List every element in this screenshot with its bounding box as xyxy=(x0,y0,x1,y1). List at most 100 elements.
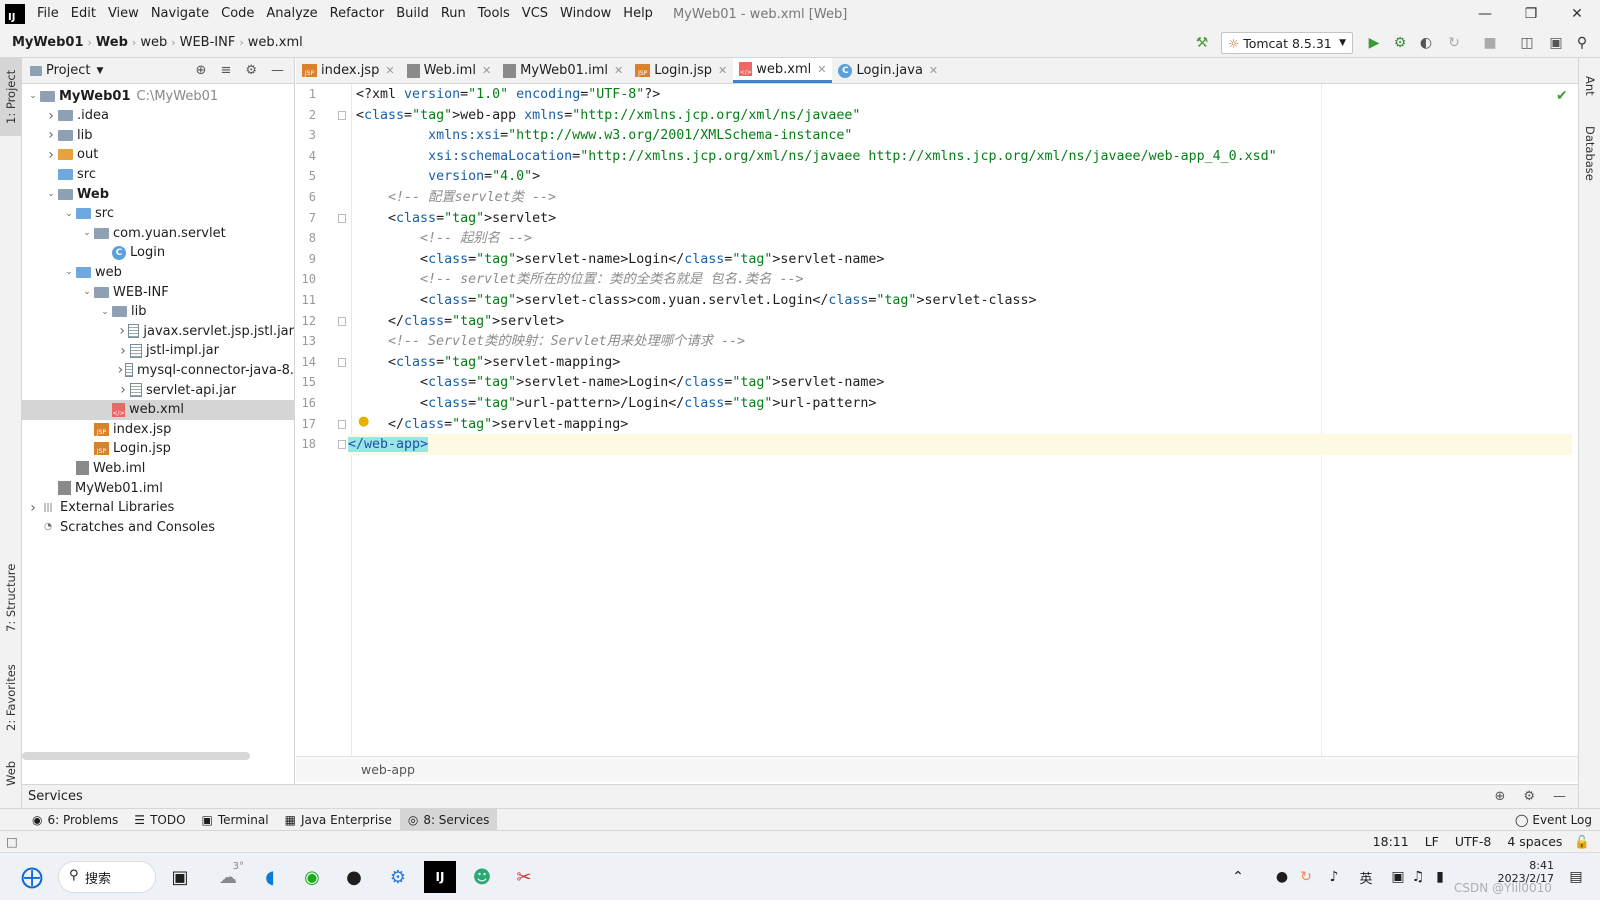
menu-build[interactable]: Build xyxy=(390,0,435,28)
tab-ant[interactable]: Ant xyxy=(1579,66,1600,106)
collapse-all-icon[interactable]: ≡ xyxy=(220,63,231,78)
tree-node[interactable]: › mysql-connector-java-8. xyxy=(22,360,294,380)
tab-structure[interactable]: 7: Structure xyxy=(0,558,22,638)
menu-window[interactable]: Window xyxy=(554,0,617,28)
tree-node[interactable]: ⌄ WEB-INF xyxy=(22,282,294,302)
run-icon[interactable]: ▶ xyxy=(1364,33,1384,53)
tree-node[interactable]: › out xyxy=(22,145,294,165)
chevron-down-icon[interactable]: ⌄ xyxy=(80,228,94,238)
hide-panel-icon[interactable]: — xyxy=(271,63,284,78)
windows-start-icon[interactable]: ⨁ xyxy=(16,861,48,893)
settings-app-icon[interactable]: ⚙ xyxy=(382,861,414,893)
tree-node[interactable]: ⌄ web xyxy=(22,262,294,282)
menu-tools[interactable]: Tools xyxy=(472,0,516,28)
tab-web[interactable]: Web xyxy=(0,748,22,798)
tree-node[interactable]: ⌄ src xyxy=(22,204,294,224)
tab-project[interactable]: 1: Project xyxy=(0,58,22,136)
fold-marker-icon[interactable] xyxy=(338,357,346,367)
menu-file[interactable]: File xyxy=(31,0,65,28)
editor-tab[interactable]: JSP Login.jsp ✕ xyxy=(629,58,733,83)
code-line[interactable]: </class="tag">servlet-mapping> xyxy=(356,414,628,435)
wechat-devtools-icon[interactable]: ☻ xyxy=(466,861,498,893)
tree-node[interactable]: › servlet-api.jar xyxy=(22,380,294,400)
breadcrumb-item[interactable]: web.xml xyxy=(244,35,307,50)
tree-node[interactable]: </> web.xml xyxy=(22,399,294,420)
chevron-down-icon[interactable]: ⌄ xyxy=(44,189,58,199)
code-line[interactable]: <class="tag">servlet> xyxy=(356,208,556,229)
fold-marker-icon[interactable] xyxy=(338,316,346,326)
editor-tab[interactable]: Web.iml ✕ xyxy=(401,58,498,83)
code-line[interactable]: <?xml version="1.0" encoding="UTF-8"?> xyxy=(356,84,660,105)
profile-icon[interactable]: ↻ xyxy=(1444,33,1464,53)
edge-icon[interactable]: ◖ xyxy=(254,861,286,893)
fold-marker-icon[interactable] xyxy=(338,419,346,429)
fold-marker-icon[interactable] xyxy=(338,110,346,120)
tool-tab-jee[interactable]: ▦ Java Enterprise xyxy=(277,809,400,831)
ime-indicator[interactable]: 英 xyxy=(1350,861,1382,893)
tree-node[interactable]: › .idea xyxy=(22,106,294,126)
code-line[interactable]: xmlns:xsi="http://www.w3.org/2001/XMLSch… xyxy=(356,125,852,146)
tree-node[interactable]: ⌄ MyWeb01 C:\MyWeb01 xyxy=(22,86,294,106)
microphone-icon[interactable]: ♪ xyxy=(1318,861,1350,893)
menu-code[interactable]: Code xyxy=(215,0,260,28)
chevron-right-icon[interactable]: › xyxy=(116,382,130,398)
code-line[interactable]: <class="tag">url-pattern>/Login</class="… xyxy=(356,393,876,414)
tree-node[interactable]: JSP Login.jsp xyxy=(22,439,294,459)
tree-node[interactable]: ⌄ Web xyxy=(22,184,294,204)
taskbar-search[interactable]: ⚲ 搜索 xyxy=(58,861,156,893)
run-config-select[interactable]: ☼ Tomcat 8.5.31 ▼ xyxy=(1221,32,1353,54)
locate-icon[interactable]: ⊕ xyxy=(196,63,207,78)
line-separator[interactable]: LF xyxy=(1417,834,1447,849)
chevron-right-icon[interactable]: › xyxy=(44,127,58,143)
close-tab-icon[interactable]: ✕ xyxy=(929,64,938,77)
breadcrumb-item[interactable]: MyWeb01 xyxy=(8,35,88,50)
chevron-down-icon[interactable]: ⌄ xyxy=(62,209,76,219)
tool-tab-services[interactable]: ◎ 8: Services xyxy=(399,808,498,831)
indent-setting[interactable]: 4 spaces xyxy=(1499,834,1570,849)
chevron-down-icon[interactable]: ⌄ xyxy=(26,91,40,101)
window-icon[interactable]: ▣ xyxy=(1546,33,1566,53)
tab-database[interactable]: Database xyxy=(1579,118,1600,188)
coverage-icon[interactable]: ◐ xyxy=(1416,33,1436,53)
intellij-taskbar-icon[interactable]: IJ xyxy=(424,861,456,893)
code-breadcrumb[interactable]: web-app xyxy=(296,756,1578,782)
tree-node[interactable]: MyWeb01.iml xyxy=(22,478,294,498)
close-button[interactable]: ✕ xyxy=(1554,0,1600,28)
tool-tab-todo[interactable]: ☰ TODO xyxy=(126,809,193,831)
code-line[interactable]: <!-- servlet类所在的位置：类的全类名就是 包名.类名 --> xyxy=(356,269,803,290)
code-line[interactable]: <class="tag">web-app xmlns="http://xmlns… xyxy=(356,105,860,126)
menu-help[interactable]: Help xyxy=(617,0,659,28)
code-editor[interactable]: <?xml version="1.0" encoding="UTF-8"?> <c… xyxy=(348,84,1576,756)
project-structure-icon[interactable]: ◫ xyxy=(1517,33,1537,53)
editor-tab[interactable]: JSP index.jsp ✕ xyxy=(296,58,401,83)
menu-edit[interactable]: Edit xyxy=(65,0,102,28)
hide-panel-icon[interactable]: — xyxy=(1553,785,1566,808)
tab-favorites[interactable]: 2: Favorites xyxy=(0,658,22,738)
editor-tab[interactable]: C Login.java ✕ xyxy=(832,58,944,83)
build-hammer-icon[interactable]: ⚒ xyxy=(1192,33,1212,53)
menu-run[interactable]: Run xyxy=(435,0,472,28)
tree-node[interactable]: src xyxy=(22,164,294,184)
menu-view[interactable]: View xyxy=(102,0,145,28)
code-line[interactable]: <class="tag">servlet-mapping> xyxy=(356,352,620,373)
code-line[interactable]: </web-app> xyxy=(348,434,1572,456)
fold-marker-icon[interactable] xyxy=(338,440,346,450)
chevron-up-icon[interactable]: ⌃ xyxy=(1222,861,1254,893)
tree-node[interactable]: ⌄ lib xyxy=(22,302,294,322)
code-line[interactable]: </class="tag">servlet> xyxy=(356,311,564,332)
maximize-button[interactable]: ❐ xyxy=(1508,0,1554,28)
horizontal-scrollbar[interactable] xyxy=(22,752,250,760)
chevron-right-icon[interactable]: › xyxy=(116,323,128,339)
chevron-down-icon[interactable]: ⌄ xyxy=(62,267,76,277)
gear-icon[interactable]: ⚙ xyxy=(1523,785,1535,808)
file-encoding[interactable]: UTF-8 xyxy=(1447,834,1499,849)
lightbulb-icon[interactable]: ● xyxy=(358,414,369,429)
notification-icon[interactable]: ▤ xyxy=(1560,861,1592,893)
caret-position[interactable]: 18:11 xyxy=(1365,834,1417,849)
tree-node[interactable]: › ||| External Libraries xyxy=(22,498,294,518)
lock-icon[interactable]: 🔓 xyxy=(1570,834,1600,850)
code-line[interactable]: <!-- 起别名 --> xyxy=(356,228,532,249)
code-line[interactable]: <class="tag">servlet-class>com.yuan.serv… xyxy=(356,290,1037,311)
close-tab-icon[interactable]: ✕ xyxy=(614,64,623,77)
project-panel-title[interactable]: Project xyxy=(46,63,90,78)
